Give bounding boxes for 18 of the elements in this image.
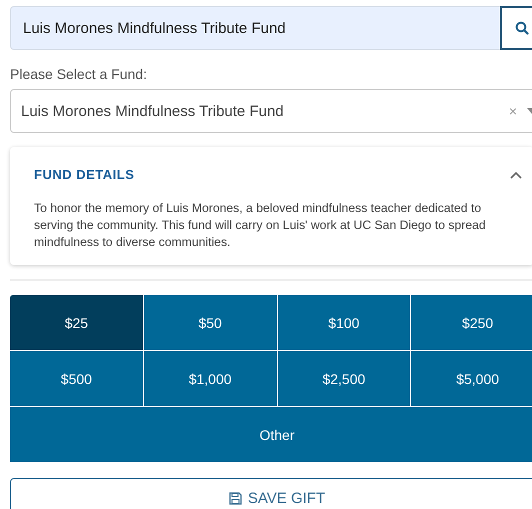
amount-button[interactable]: $1,000: [144, 351, 276, 406]
amount-button[interactable]: $25: [10, 295, 143, 350]
amount-button[interactable]: $5,000: [411, 351, 532, 406]
fund-description: To honor the memory of Luis Morones, a beloved mindfulness teacher dedicated to serving the community. This fund will carry on Luis' work at UC San Diego to spread mindfulness to diverse communities.: [34, 200, 487, 251]
amount-button[interactable]: $100: [278, 295, 410, 350]
amount-button[interactable]: $2,500: [278, 351, 410, 406]
amount-button[interactable]: Other: [10, 407, 532, 462]
save-gift-button[interactable]: SAVE GIFT: [10, 478, 532, 509]
amount-button[interactable]: $50: [144, 295, 276, 350]
amount-button[interactable]: $500: [10, 351, 143, 406]
search-field[interactable]: Luis Morones Mindfulness Tribute Fund: [10, 6, 500, 50]
fund-select-label: Please Select a Fund:: [10, 66, 148, 82]
amount-button[interactable]: $250: [411, 295, 532, 350]
search-button[interactable]: [500, 6, 532, 50]
search-icon: [515, 21, 529, 35]
fund-select[interactable]: Luis Morones Mindfulness Tribute Fund ×: [10, 89, 532, 133]
chevron-icon[interactable]: [510, 170, 522, 178]
fund-details-title: FUND DETAILS: [34, 167, 134, 182]
